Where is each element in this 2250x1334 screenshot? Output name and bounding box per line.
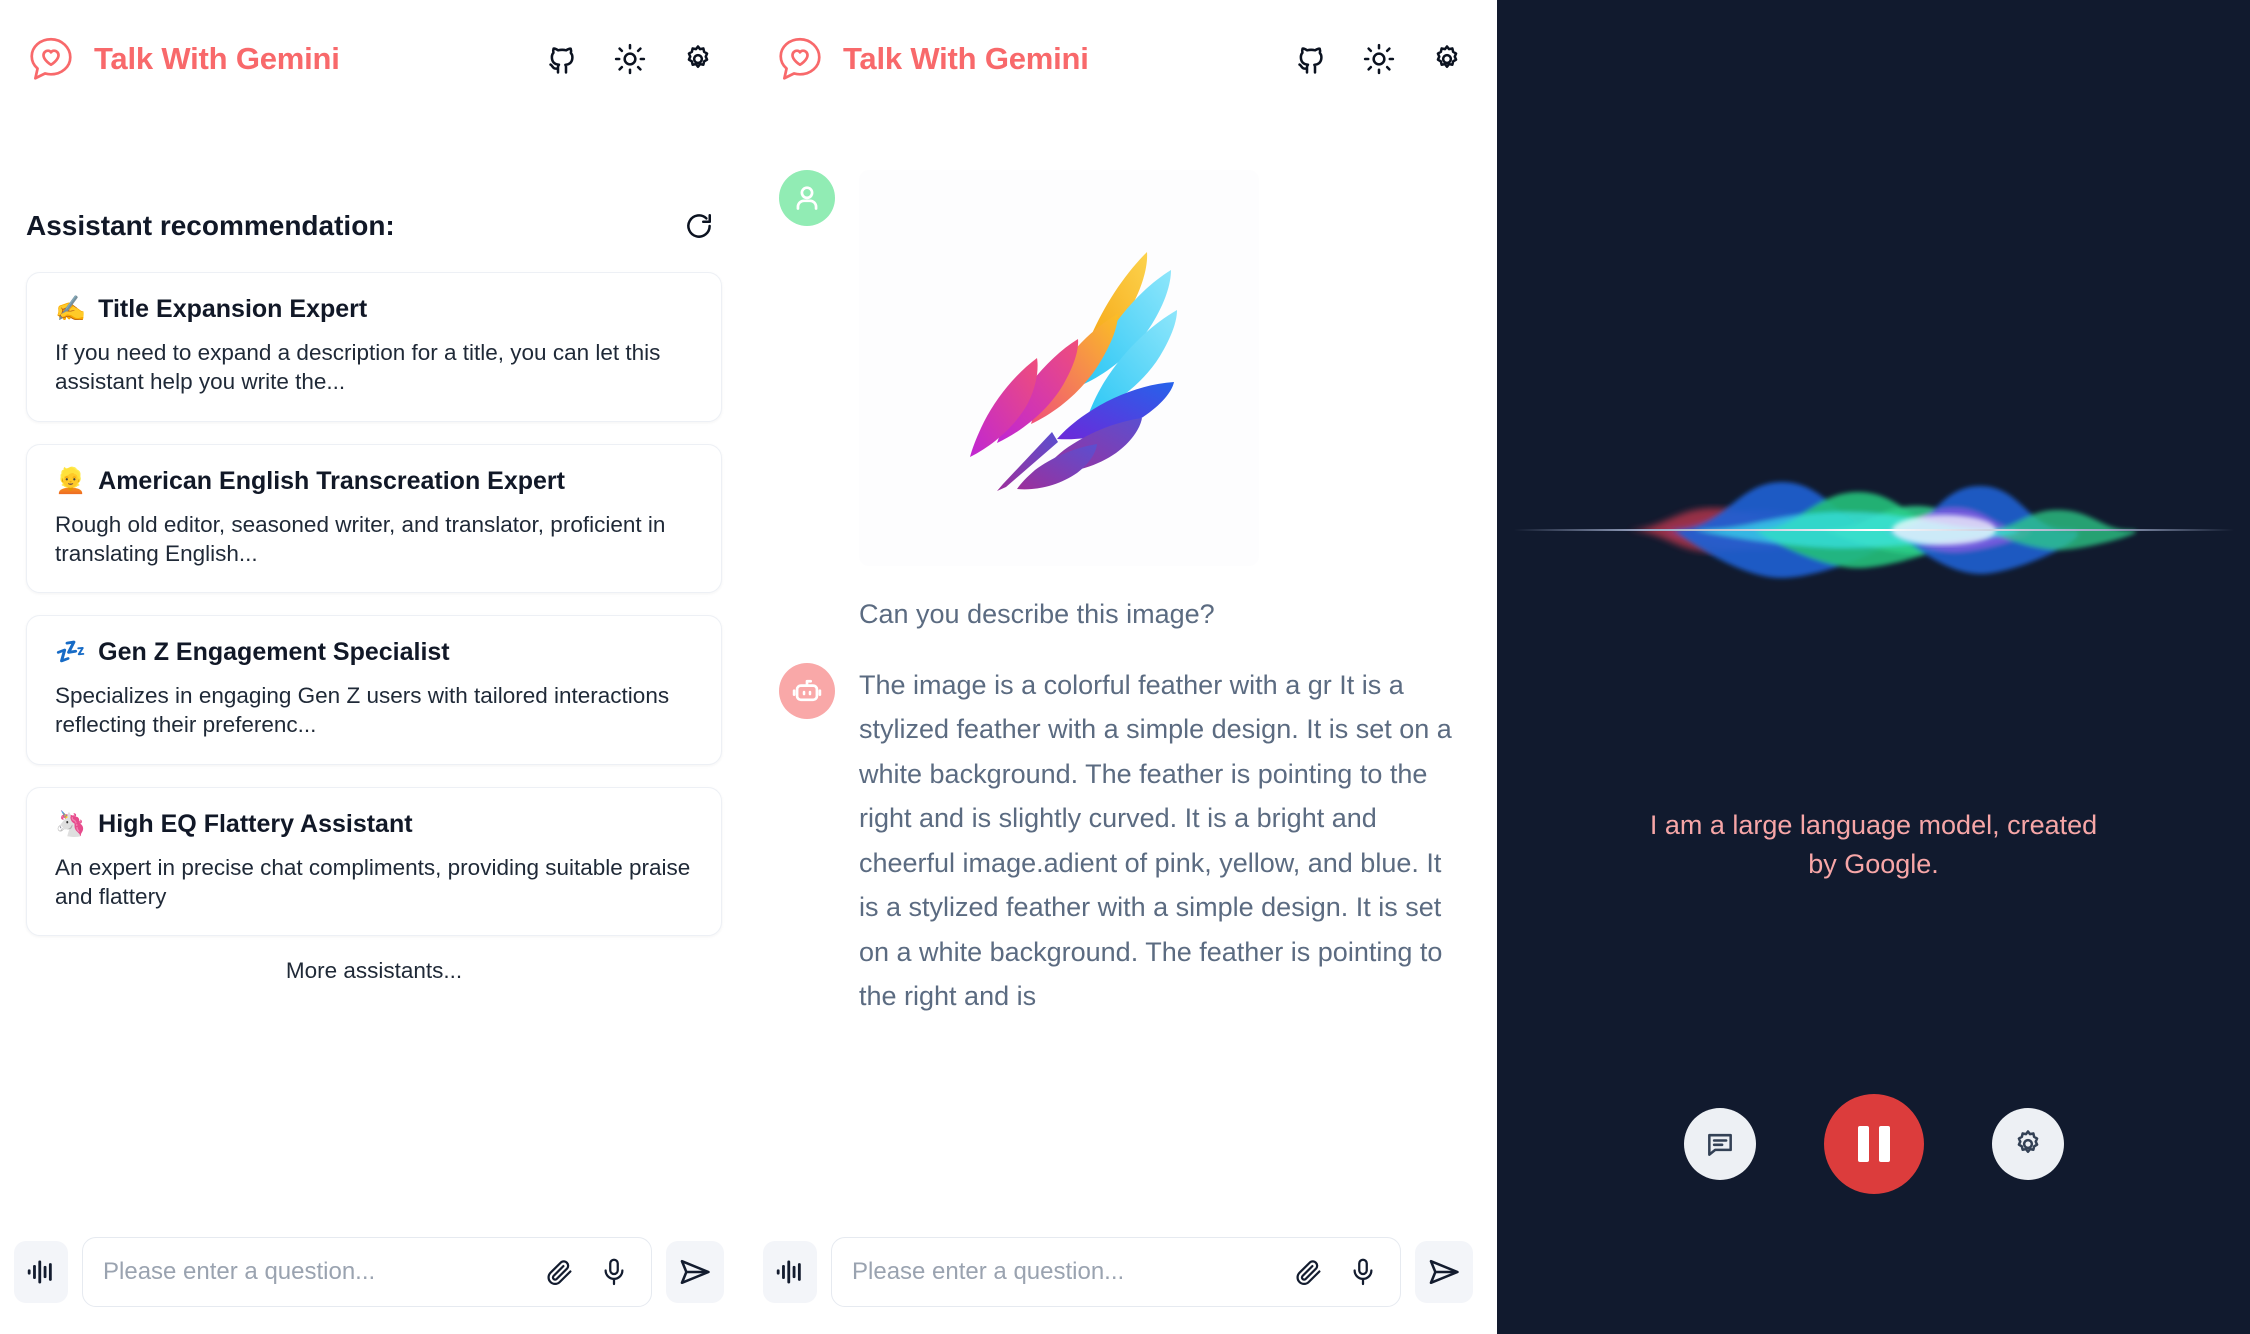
assistant-card-title-row: ✍️ Title Expansion Expert [55, 295, 693, 324]
voice-panel: I am a large language model, created by … [1497, 0, 2250, 1334]
assistant-title: American English Transcreation Expert [98, 466, 565, 495]
voice-controls [1497, 1094, 2250, 1194]
more-assistants-link[interactable]: More assistants... [26, 958, 722, 984]
gear-icon[interactable] [682, 43, 714, 75]
chat-composer-box [831, 1237, 1401, 1307]
assistant-message-body: The image is a colorful feather with a g… [859, 663, 1467, 1019]
microphone-icon[interactable] [599, 1257, 629, 1287]
assistant-title: Title Expansion Expert [98, 295, 368, 323]
left-header: Talk With Gemini [0, 0, 748, 118]
assistant-card-list: ✍️ Title Expansion Expert If you need to… [26, 272, 722, 984]
bot-avatar [779, 662, 835, 719]
chat-heart-logo-icon [26, 34, 76, 84]
app-title: Talk With Gemini [94, 41, 340, 76]
user-message-text: Can you describe this image? [859, 599, 1215, 629]
settings-button[interactable] [1991, 1108, 2064, 1180]
brand: Talk With Gemini [26, 34, 340, 84]
search-input[interactable] [103, 1238, 521, 1306]
recommendation-title: Assistant recommendation: [26, 210, 395, 241]
chat-header: Talk With Gemini [749, 0, 1497, 118]
chat-message-user: Can you describe this image? [779, 170, 1467, 637]
pause-button[interactable] [1823, 1094, 1924, 1194]
assistant-card[interactable]: 🦄 High EQ Flattery Assistant An expert i… [26, 786, 722, 936]
voice-mode-button[interactable] [763, 1241, 817, 1303]
user-message-body: Can you describe this image? [859, 170, 1467, 637]
pause-icon [1857, 1126, 1890, 1162]
assistant-card[interactable]: 💤 Gen Z Engagement Specialist Specialize… [26, 615, 722, 765]
pause-bar-right [1878, 1126, 1890, 1162]
assistant-card-title-row: 💤 Gen Z Engagement Specialist [55, 638, 693, 667]
assistant-card[interactable]: 👱 American English Transcreation Expert … [26, 443, 722, 593]
assistant-card-title-row: 🦄 High EQ Flattery Assistant [55, 810, 693, 839]
refresh-icon[interactable] [684, 211, 714, 241]
brand: Talk With Gemini [775, 34, 1089, 84]
assistant-card[interactable]: ✍️ Title Expansion Expert If you need to… [26, 272, 722, 422]
message-list: Can you describe this image? The image i… [749, 130, 1497, 1334]
attached-image[interactable] [859, 170, 1259, 566]
app-title: Talk With Gemini [843, 41, 1089, 76]
header-actions [1295, 43, 1463, 75]
chat-input[interactable] [852, 1238, 1270, 1306]
recommendation-header: Assistant recommendation: [26, 210, 714, 242]
chat-composer [749, 1224, 1497, 1334]
assistant-emoji-icon: ✍️ [55, 295, 87, 323]
sun-icon[interactable] [614, 43, 646, 75]
microphone-icon[interactable] [1348, 1257, 1378, 1287]
header-actions [546, 43, 714, 75]
chat-heart-logo-icon [775, 34, 825, 84]
assistant-emoji-icon: 💤 [55, 638, 87, 666]
assistant-description: Rough old editor, seasoned writer, and t… [55, 511, 666, 566]
assistant-description: An expert in precise chat compliments, p… [55, 854, 691, 909]
assistant-title: Gen Z Engagement Specialist [98, 638, 450, 666]
send-button[interactable] [666, 1241, 724, 1303]
assistant-title: High EQ Flattery Assistant [98, 809, 413, 838]
user-avatar [779, 170, 835, 226]
assistant-description: Specializes in engaging Gen Z users with… [55, 683, 670, 738]
left-panel: Talk With Gemini Assistant recommendatio… [0, 0, 748, 1334]
left-composer [0, 1224, 748, 1334]
assistant-emoji-icon: 👱 [55, 466, 87, 495]
assistant-message-text: The image is a colorful feather with a g… [859, 669, 1452, 1012]
assistant-emoji-icon: 🦄 [55, 809, 87, 838]
voice-caption: I am a large language model, created by … [1649, 810, 2098, 880]
gear-icon[interactable] [1431, 43, 1463, 75]
assistant-description: If you need to expand a description for … [55, 340, 661, 395]
app-root: Talk With Gemini Assistant recommendatio… [0, 0, 2250, 1334]
paperclip-icon[interactable] [545, 1257, 575, 1287]
voice-mode-button[interactable] [14, 1241, 68, 1303]
github-icon[interactable] [546, 43, 578, 75]
paperclip-icon[interactable] [1294, 1257, 1324, 1287]
assistant-card-title-row: 👱 American English Transcreation Expert [55, 467, 693, 496]
sun-icon[interactable] [1363, 43, 1395, 75]
left-composer-box [82, 1237, 652, 1307]
send-button[interactable] [1415, 1241, 1473, 1303]
chat-panel: Talk With Gemini Can you describe this i… [748, 0, 1497, 1334]
pause-bar-left [1857, 1126, 1869, 1162]
chat-message-assistant: The image is a colorful feather with a g… [779, 662, 1467, 1019]
github-icon[interactable] [1295, 43, 1327, 75]
voice-waveform [1497, 470, 2250, 590]
chat-button[interactable] [1683, 1108, 1756, 1180]
